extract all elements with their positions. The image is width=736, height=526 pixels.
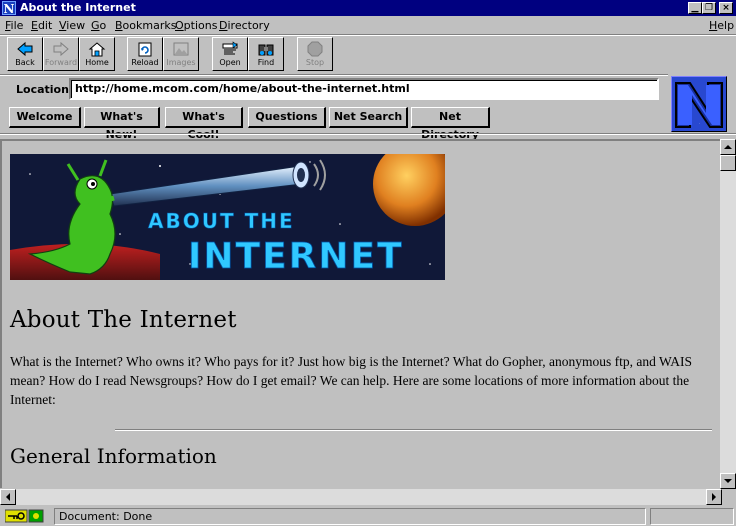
toolbar-separator bbox=[0, 74, 668, 76]
menu-edit[interactable]: Edit bbox=[31, 19, 52, 32]
page-content: ABOUT THE INTERNET About The Internet Wh… bbox=[0, 139, 722, 488]
home-label: Home bbox=[85, 58, 109, 67]
location-input[interactable]: http://home.mcom.com/home/about-the-inte… bbox=[69, 78, 659, 100]
net-directory-button[interactable]: Net Directory bbox=[411, 107, 490, 141]
whats-new-button[interactable]: What's New! bbox=[84, 107, 160, 141]
restore-button[interactable]: ❐ bbox=[702, 2, 716, 14]
close-button[interactable]: × bbox=[719, 2, 733, 14]
logo-letter: N bbox=[699, 123, 700, 125]
netscape-app-icon[interactable]: N bbox=[2, 1, 16, 16]
forward-button[interactable]: Forward bbox=[43, 37, 79, 71]
header-separator bbox=[0, 133, 736, 135]
whats-cool-button[interactable]: What's Cool! bbox=[165, 107, 243, 141]
left-arrow-icon bbox=[6, 493, 10, 501]
scrollbar-corner bbox=[722, 489, 736, 505]
minimize-button[interactable]: ▁ bbox=[688, 2, 702, 14]
vertical-scrollbar[interactable] bbox=[720, 139, 736, 489]
questions-button[interactable]: Questions bbox=[248, 107, 326, 128]
general-information-heading: General Information bbox=[10, 444, 217, 468]
security-key-icon bbox=[5, 509, 44, 523]
back-button[interactable]: Back bbox=[7, 37, 43, 71]
menu-bookmarks[interactable]: Bookmarks bbox=[115, 19, 176, 32]
status-text: Document: Done bbox=[54, 508, 646, 525]
netscape-logo[interactable]: N bbox=[671, 76, 727, 132]
menu-file[interactable]: File bbox=[5, 19, 23, 32]
page-heading: About The Internet bbox=[10, 307, 237, 333]
right-arrow-icon bbox=[712, 493, 716, 501]
stop-label: Stop bbox=[305, 58, 325, 67]
find-label: Find bbox=[257, 58, 275, 67]
find-button[interactable]: Find bbox=[248, 37, 284, 71]
images-icon bbox=[173, 42, 189, 56]
netscape-n-icon: N bbox=[672, 77, 726, 131]
images-label: Images bbox=[166, 58, 196, 67]
scroll-right-button[interactable] bbox=[706, 489, 722, 505]
banner-title-top: ABOUT THE bbox=[148, 209, 295, 233]
toolbar: Back Forward Home Reload Images Open Fin… bbox=[0, 35, 736, 74]
home-icon bbox=[88, 42, 106, 57]
down-arrow-icon bbox=[724, 479, 732, 483]
window-title: About the Internet bbox=[20, 1, 136, 14]
reload-label: Reload bbox=[131, 58, 159, 67]
images-button[interactable]: Images bbox=[163, 37, 199, 71]
menu-view[interactable]: View bbox=[59, 19, 85, 32]
open-icon bbox=[222, 41, 238, 55]
progress-panel bbox=[650, 508, 734, 525]
banner-title-bottom: INTERNET bbox=[188, 236, 404, 277]
forward-arrow-icon bbox=[53, 41, 69, 57]
back-label: Back bbox=[15, 58, 35, 67]
location-label: Location: bbox=[16, 83, 74, 96]
reload-icon bbox=[138, 42, 152, 57]
open-button[interactable]: Open bbox=[212, 37, 248, 71]
scroll-thumb[interactable] bbox=[720, 155, 736, 171]
about-internet-banner: ABOUT THE INTERNET bbox=[10, 154, 445, 280]
stop-button[interactable]: Stop bbox=[297, 37, 333, 71]
forward-label: Forward bbox=[44, 58, 78, 67]
status-bar: Document: Done bbox=[0, 507, 736, 526]
title-bar: N About the Internet ▁ ❐ × bbox=[0, 0, 736, 16]
home-button[interactable]: Home bbox=[79, 37, 115, 71]
binoculars-icon bbox=[258, 44, 274, 56]
horizontal-rule bbox=[115, 429, 712, 431]
menu-options[interactable]: Options bbox=[175, 19, 217, 32]
open-label: Open bbox=[219, 58, 241, 67]
intro-paragraph: What is the Internet? Who owns it? Who p… bbox=[10, 354, 692, 407]
scroll-left-button[interactable] bbox=[0, 489, 16, 505]
scroll-down-button[interactable] bbox=[720, 473, 736, 489]
net-search-button[interactable]: Net Search bbox=[329, 107, 408, 128]
menu-bar: File Edit View Go Bookmarks Options Dire… bbox=[0, 17, 736, 35]
menu-help[interactable]: Help bbox=[709, 19, 734, 32]
menu-go[interactable]: Go bbox=[91, 19, 106, 32]
up-arrow-icon bbox=[724, 145, 732, 149]
scroll-up-button[interactable] bbox=[720, 139, 736, 155]
welcome-button[interactable]: Welcome bbox=[9, 107, 81, 128]
horizontal-scrollbar[interactable] bbox=[0, 489, 722, 505]
reload-button[interactable]: Reload bbox=[127, 37, 163, 71]
stop-icon bbox=[307, 41, 323, 57]
menu-directory[interactable]: Directory bbox=[219, 19, 270, 32]
back-arrow-icon bbox=[17, 41, 33, 57]
